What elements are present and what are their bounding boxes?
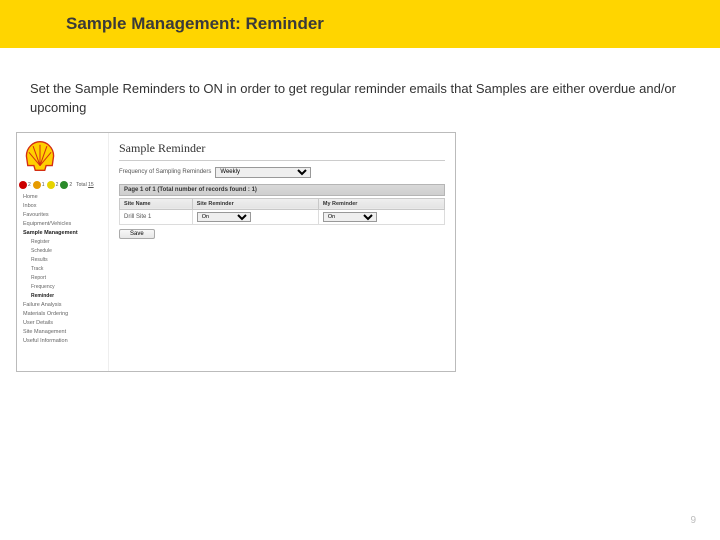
nav-sample-management[interactable]: Sample Management xyxy=(17,229,108,238)
frequency-row: Frequency of Sampling Reminders Weekly xyxy=(119,167,445,178)
nav-menu: Home Inbox Favourites Equipment/Vehicles… xyxy=(17,193,108,346)
cell-site-name: Drill Site 1 xyxy=(120,209,193,224)
table-header-row: Site Name Site Reminder My Reminder xyxy=(120,198,445,209)
table-row: Drill Site 1 On On xyxy=(120,209,445,224)
cell-site-reminder: On xyxy=(192,209,318,224)
status-summary: 2 1 2 2 Total 15 xyxy=(17,179,108,193)
pager-bar: Page 1 of 1 (Total number of records fou… xyxy=(119,184,445,196)
col-site-reminder: Site Reminder xyxy=(192,198,318,209)
left-sidebar: 2 1 2 2 Total 15 Home Inbox Favourites E… xyxy=(17,133,109,371)
col-site-name: Site Name xyxy=(120,198,193,209)
nav-report[interactable]: Report xyxy=(17,274,108,283)
shell-icon xyxy=(23,139,57,173)
nav-inbox[interactable]: Inbox xyxy=(17,202,108,211)
frequency-label: Frequency of Sampling Reminders xyxy=(119,169,211,175)
col-my-reminder: My Reminder xyxy=(318,198,444,209)
status-total: Total 15 xyxy=(76,182,94,188)
status-dot-orange xyxy=(33,181,41,189)
status-dot-red xyxy=(19,181,27,189)
nav-register[interactable]: Register xyxy=(17,238,108,247)
nav-favourites[interactable]: Favourites xyxy=(17,211,108,220)
nav-schedule[interactable]: Schedule xyxy=(17,247,108,256)
nav-materials-ordering[interactable]: Materials Ordering xyxy=(17,310,108,319)
reminder-table: Site Name Site Reminder My Reminder Dril… xyxy=(119,198,445,225)
nav-results[interactable]: Results xyxy=(17,256,108,265)
panel-title: Sample Reminder xyxy=(119,141,445,161)
status-dot-yellow xyxy=(47,181,55,189)
nav-home[interactable]: Home xyxy=(17,193,108,202)
nav-frequency[interactable]: Frequency xyxy=(17,283,108,292)
app-screenshot: 2 1 2 2 Total 15 Home Inbox Favourites E… xyxy=(16,132,456,372)
status-count-orange: 1 xyxy=(42,182,45,188)
title-bar: Sample Management: Reminder xyxy=(0,0,720,48)
my-reminder-select[interactable]: On xyxy=(323,212,377,222)
page-number: 9 xyxy=(690,515,696,526)
cell-my-reminder: On xyxy=(318,209,444,224)
nav-reminder[interactable]: Reminder xyxy=(17,292,108,301)
site-reminder-select[interactable]: On xyxy=(197,212,251,222)
page-title: Sample Management: Reminder xyxy=(66,14,324,34)
main-panel: Sample Reminder Frequency of Sampling Re… xyxy=(109,133,455,371)
nav-site-management[interactable]: Site Management xyxy=(17,328,108,337)
nav-failure-analysis[interactable]: Failure Analysis xyxy=(17,301,108,310)
save-button[interactable]: Save xyxy=(119,229,155,239)
nav-track[interactable]: Track xyxy=(17,265,108,274)
intro-text: Set the Sample Reminders to ON in order … xyxy=(0,48,720,132)
status-count-yellow: 2 xyxy=(56,182,59,188)
nav-user-details[interactable]: User Details xyxy=(17,319,108,328)
nav-equipment[interactable]: Equipment/Vehicles xyxy=(17,220,108,229)
brand-logo xyxy=(17,133,108,179)
nav-useful-info[interactable]: Useful Information xyxy=(17,337,108,346)
frequency-select[interactable]: Weekly xyxy=(215,167,311,178)
status-dot-green xyxy=(60,181,68,189)
status-count-green: 2 xyxy=(69,182,72,188)
status-count-red: 2 xyxy=(28,182,31,188)
